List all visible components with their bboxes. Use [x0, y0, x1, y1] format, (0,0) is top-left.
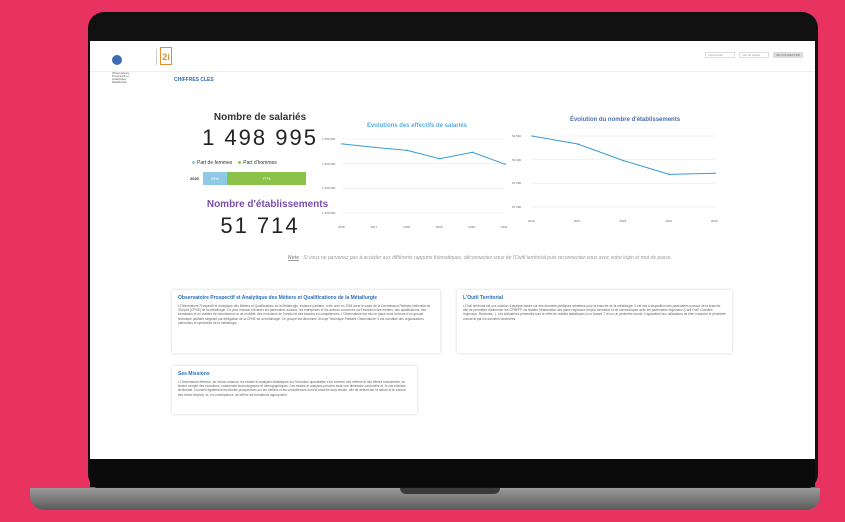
outil-title: L'Outil Territorial	[463, 295, 503, 301]
employees-ytick: 1 500 000	[322, 161, 336, 166]
employees-point[interactable]	[439, 157, 441, 160]
employees-xtick: 2016	[338, 225, 345, 229]
establishments-point[interactable]	[576, 143, 579, 145]
employees-point[interactable]	[504, 163, 506, 165]
employees-point[interactable]	[373, 146, 376, 149]
employees-ytick: 1 400 000	[322, 211, 336, 215]
establishments-xtick: 2016	[528, 219, 535, 223]
employees-point[interactable]	[471, 151, 474, 154]
establishments-xtick: 2018	[619, 219, 627, 223]
establishments-point[interactable]	[622, 159, 625, 162]
outil-card: L'Outil Territorial L'Outil territorial …	[457, 290, 732, 353]
employees-series-line	[341, 143, 506, 165]
screen-bezel	[90, 459, 815, 487]
laptop-base	[30, 488, 820, 510]
laptop-notch	[400, 488, 500, 494]
employees-point[interactable]	[406, 149, 409, 152]
employees-xtick: 2019	[435, 225, 443, 229]
establishments-ytick: 52 000	[512, 157, 522, 162]
app-screen: Observatoire Prospectif et Analytique Mé…	[90, 41, 815, 459]
establishments-point[interactable]	[531, 135, 533, 137]
observatoire-card: Observatoire Prospectif et Analytique de…	[172, 290, 440, 353]
note-label: Note	[287, 255, 299, 261]
establishments-xtick: 2020	[711, 219, 718, 223]
employees-xtick: 2021	[501, 225, 508, 229]
establishments-series-line	[531, 135, 716, 175]
establishments-xtick: 2017	[573, 219, 581, 223]
missions-text: L'Observatoire effectue, au niveau natio…	[178, 380, 407, 397]
employees-point[interactable]	[341, 143, 343, 145]
establishments-ytick: 51 000	[512, 205, 522, 209]
establishments-ytick: 52 500	[512, 134, 522, 138]
establishments-ytick: 51 500	[512, 181, 522, 186]
login-note: Note : Si vous ne parvenez pas à accéder…	[180, 255, 780, 261]
establishments-point[interactable]	[714, 172, 716, 175]
note-text: : Si vous ne parvenez pas à accéder aux …	[299, 255, 673, 261]
employees-xtick: 2017	[370, 225, 378, 229]
establishments-xtick: 2019	[665, 219, 672, 223]
employees-ytick: 1 550 000	[322, 137, 336, 141]
employees-xtick: 2018	[403, 225, 410, 229]
employees-ytick: 1 450 000	[322, 186, 336, 191]
establishments-point[interactable]	[668, 173, 671, 176]
employees-xtick: 2020	[468, 225, 476, 229]
missions-card: Ses Missions L'Observatoire effectue, au…	[172, 366, 417, 414]
observatoire-text: L'Observatoire Prospectif et Analytique …	[178, 304, 431, 325]
outil-text: L'Outil territorial est une solution d'a…	[463, 304, 726, 321]
observatoire-title: Observatoire Prospectif et Analytique de…	[178, 295, 378, 301]
missions-title: Ses Missions	[178, 371, 210, 377]
